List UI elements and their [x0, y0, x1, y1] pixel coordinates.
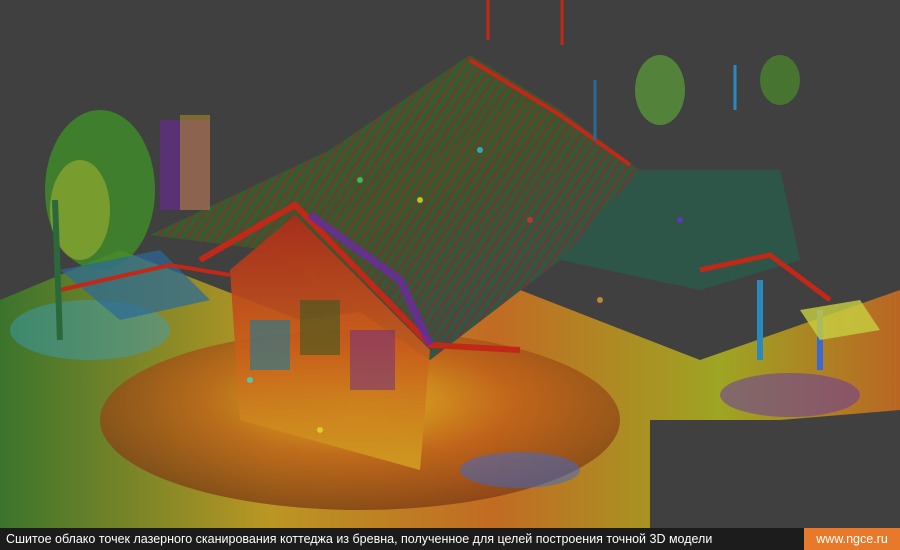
caption-bar: Сшитое облако точек лазерного сканирован…	[0, 528, 900, 550]
caption-text: Сшитое облако точек лазерного сканирован…	[6, 532, 713, 546]
point-cloud-image	[0, 0, 900, 528]
website-link[interactable]: www.ngce.ru	[804, 528, 900, 550]
point-cloud-photo: Сшитое облако точек лазерного сканирован…	[0, 0, 900, 550]
